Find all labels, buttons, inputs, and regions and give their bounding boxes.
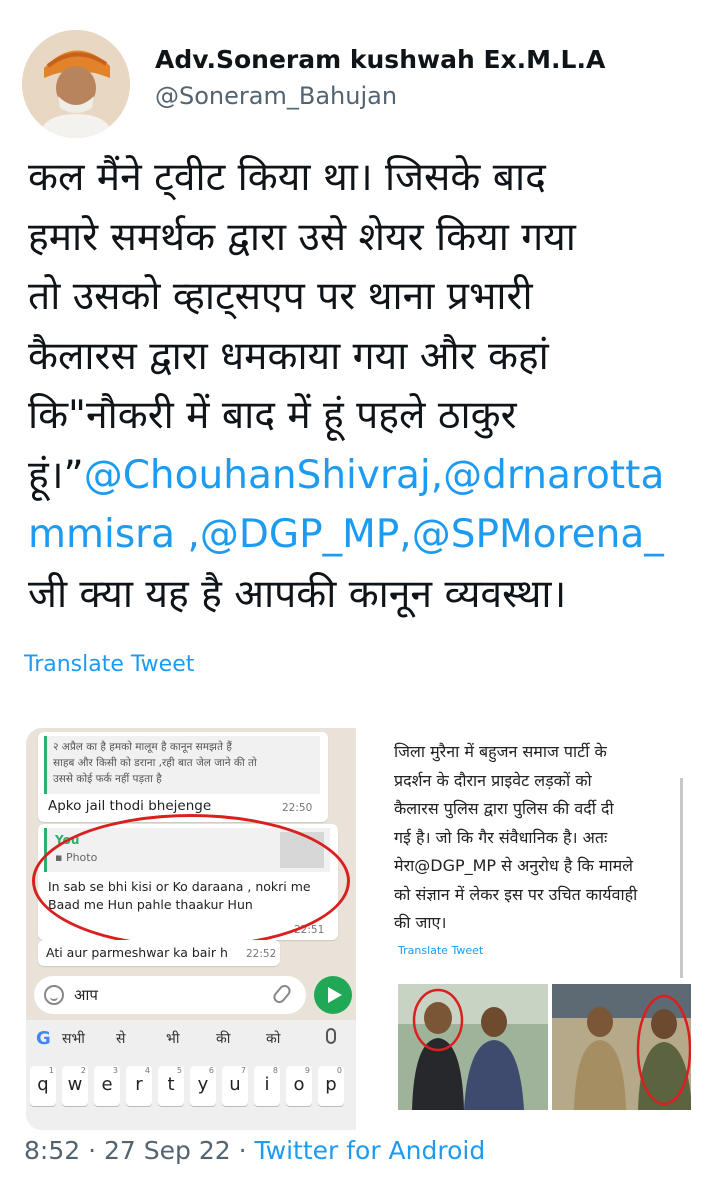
author-block: Adv.Soneram kushwah Ex.M.L.A @Soneram_Ba… (155, 45, 605, 110)
translate-tweet-link[interactable]: Translate Tweet (24, 652, 194, 677)
embedded-line: कैलारस पुलिस द्वारा पुलिस की वर्दी दी (394, 799, 614, 818)
embedded-line: गई है। जो कि गैर संवैधानिक है। अतः (394, 827, 608, 847)
red-highlight-circle (32, 814, 350, 948)
message-text: Apko jail thodi bhejenge (48, 798, 212, 814)
chat-bubble-quoted: २ अप्रैल का है हमको मालूम है कानून समझते… (38, 732, 328, 822)
message-time: 22:50 (282, 802, 313, 814)
tweet-line-6: हूं।”@ChouhanShivraj,@drnarotta (28, 446, 708, 506)
embedded-tweet-text: जिला मुरैना में बहुजन समाज पार्टी के प्र… (394, 738, 690, 938)
tweet-media[interactable]: २ अप्रैल का है हमको मालूम है कानून समझते… (26, 728, 691, 1130)
photo-uniformed-men (552, 984, 691, 1110)
mic-icon[interactable] (326, 1028, 336, 1044)
author-handle[interactable]: @Soneram_Bahujan (155, 82, 605, 110)
embedded-line: को संज्ञान में लेकर इस पर उचित कार्यवाही (394, 884, 638, 904)
embedded-line: की जाए। (394, 913, 447, 932)
quoted-line: २ अप्रैल का है हमको मालूम है कानून समझते… (53, 741, 232, 753)
avatar-image (22, 30, 130, 138)
separator: · (88, 1136, 97, 1165)
google-icon[interactable]: G (36, 1028, 51, 1049)
key[interactable]: e3 (94, 1066, 120, 1106)
emoji-icon[interactable] (44, 985, 64, 1005)
key[interactable]: p0 (318, 1066, 344, 1106)
message-text: Ati aur parmeshwar ka bair h (46, 945, 228, 960)
key[interactable]: u7 (222, 1066, 248, 1106)
key[interactable]: t5 (158, 1066, 184, 1106)
suggestion[interactable]: भी (166, 1029, 179, 1048)
suggestion[interactable]: सभी (62, 1029, 85, 1048)
suggestion[interactable]: की (216, 1029, 230, 1048)
tweet-date[interactable]: 27 Sep 22 (104, 1136, 231, 1165)
attach-icon[interactable] (270, 982, 294, 1006)
embedded-translate-link: Translate Tweet (398, 944, 484, 957)
key[interactable]: o9 (286, 1066, 312, 1106)
keyboard-suggestion-bar: G सभी से भी की को (26, 1020, 356, 1060)
input-text: आप (74, 986, 98, 1004)
key[interactable]: r4 (126, 1066, 152, 1106)
tweet: Adv.Soneram kushwah Ex.M.L.A @Soneram_Ba… (0, 0, 716, 1200)
suggestion[interactable]: को (266, 1029, 280, 1048)
tweet-line: कल मैंने ट्वीट किया था। जिसके बाद (28, 155, 546, 200)
chat-bubble: Ati aur parmeshwar ka bair h 22:52 (38, 940, 280, 966)
quoted-message: २ अप्रैल का है हमको मालूम है कानून समझते… (44, 736, 320, 794)
message-input[interactable]: आप (34, 976, 306, 1014)
tweet-line: कैलारस द्वारा धमकाया गया और कहां (28, 333, 549, 379)
mention-link[interactable]: mmisra ,@DGP_MP,@SPMorena_ (28, 505, 708, 565)
key[interactable]: y6 (190, 1066, 216, 1106)
tweet-line-prefix: हूं।” (28, 452, 84, 498)
separator: · (238, 1136, 247, 1165)
embedded-line: प्रदर्शन के दौरान प्राइवेट लड़कों को (394, 770, 592, 790)
scrollbar (680, 778, 683, 978)
source-app-link[interactable]: Twitter for Android (255, 1136, 486, 1165)
avatar[interactable] (22, 30, 130, 138)
embedded-line: मेरा@DGP_MP से अनुरोध है कि मामले (394, 856, 634, 875)
send-button[interactable] (314, 976, 352, 1014)
suggestion[interactable]: से (116, 1029, 125, 1048)
tweet-line: जी क्या यह है आपकी कानून व्यवस्था। (28, 571, 567, 617)
key[interactable]: i8 (254, 1066, 280, 1106)
tweet-time[interactable]: 8:52 (24, 1136, 80, 1165)
mention-link[interactable]: @ChouhanShivraj,@drnarotta (84, 453, 665, 498)
tweet-line: हमारे समर्थक द्वारा उसे शेयर किया गया (28, 214, 576, 260)
photo-police-men (398, 984, 548, 1110)
quoted-line: उससे कोई फर्क नहीं पड़ता है (53, 773, 162, 785)
key[interactable]: q1 (30, 1066, 56, 1106)
embedded-line: जिला मुरैना में बहुजन समाज पार्टी के (394, 742, 607, 761)
author-name[interactable]: Adv.Soneram kushwah Ex.M.L.A (155, 45, 605, 74)
keyboard-row: q1 w2 e3 r4 t5 y6 u7 i8 o9 p0 (26, 1060, 356, 1130)
quoted-line: साहब और किसी को डराना ,रही बात जेल जाने … (53, 757, 257, 769)
tweet-meta: 8:52 · 27 Sep 22 · Twitter for Android (24, 1136, 485, 1165)
tweet-text: कल मैंने ट्वीट किया था। जिसके बाद हमारे … (28, 148, 708, 624)
embedded-tweet-screenshot[interactable]: जिला मुरैना में बहुजन समाज पार्टी के प्र… (362, 728, 691, 1130)
whatsapp-screenshot[interactable]: २ अप्रैल का है हमको मालूम है कानून समझते… (26, 728, 356, 1130)
tweet-line: कि"नौकरी में बाद में हूं पहले ठाकुर (28, 393, 517, 438)
key[interactable]: w2 (62, 1066, 88, 1106)
tweet-line: तो उसको व्हाट्सएप पर थाना प्रभारी (28, 274, 533, 319)
message-time: 22:52 (246, 948, 277, 960)
